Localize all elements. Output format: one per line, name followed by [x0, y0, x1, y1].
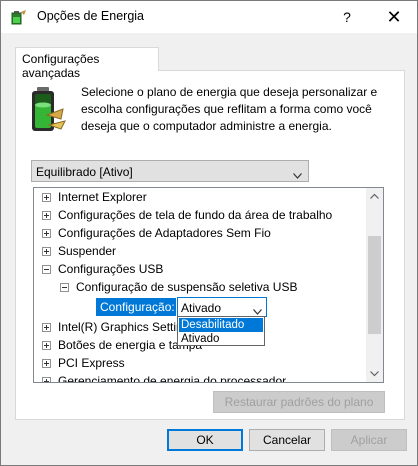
power-plan-select[interactable]: Equilibrado [Ativo]: [31, 160, 309, 182]
tree-item-internet-explorer[interactable]: Internet Explorer: [40, 188, 360, 206]
settings-tree[interactable]: Internet Explorer Configurações de tela …: [33, 187, 384, 383]
setting-label[interactable]: Configuração:: [96, 298, 176, 316]
power-plan-value: Equilibrado [Ativo]: [36, 165, 133, 179]
expand-icon[interactable]: [42, 193, 51, 202]
scroll-up-icon[interactable]: [366, 188, 383, 205]
scroll-thumb[interactable]: [368, 236, 381, 334]
tree-item-label: PCI Express: [58, 356, 125, 370]
tree-scrollbar[interactable]: [366, 188, 383, 382]
expand-icon[interactable]: [42, 341, 51, 350]
tree-item-sleep[interactable]: Suspender: [40, 242, 360, 260]
apply-button[interactable]: Aplicar: [331, 429, 407, 451]
tree-item-label: Configurações de Adaptadores Sem Fio: [58, 226, 271, 240]
scroll-down-icon[interactable]: [366, 365, 383, 382]
chevron-down-icon: [253, 304, 262, 315]
collapse-icon[interactable]: [60, 283, 69, 292]
close-button[interactable]: ✕: [371, 1, 417, 33]
tree-item-desktop-background[interactable]: Configurações de tela de fundo da área d…: [40, 206, 360, 224]
tree-item-label: Gerenciamento de energia do processador: [58, 374, 287, 383]
cancel-button[interactable]: Cancelar: [249, 429, 325, 451]
expand-icon[interactable]: [42, 359, 51, 368]
window-title: Opções de Energia: [37, 9, 145, 23]
dropdown-option-enabled[interactable]: Ativado: [179, 332, 263, 346]
tree-item-label: Intel(R) Graphics Settings: [58, 320, 180, 334]
restore-defaults-button[interactable]: Restaurar padrões do plano: [213, 391, 385, 413]
tree-item-label: Internet Explorer: [58, 190, 147, 204]
tree-item-processor-power[interactable]: Gerenciamento de energia do processador: [40, 372, 360, 383]
collapse-icon[interactable]: [42, 265, 51, 274]
tab-advanced-settings[interactable]: Configurações avançadas: [15, 47, 159, 80]
description-text: Selecione o plano de energia que deseja …: [81, 85, 378, 133]
tree-item-usb-settings[interactable]: Configurações USB: [40, 260, 360, 278]
tree-item-label: Suspender: [58, 244, 117, 258]
power-options-window: Opções de Energia ? ✕ Configurações avan…: [0, 0, 418, 466]
tree-item-label: Configuração de suspensão seletiva USB: [76, 280, 298, 294]
expand-icon[interactable]: [42, 323, 51, 332]
tree-item-label: Configurações de tela de fundo da área d…: [58, 208, 333, 222]
expand-icon[interactable]: [42, 211, 51, 220]
help-button[interactable]: ?: [327, 1, 367, 33]
tree-item-wireless-adapter[interactable]: Configurações de Adaptadores Sem Fio: [40, 224, 360, 242]
tree-item-usb-selective-suspend[interactable]: Configuração de suspensão seletiva USB: [58, 278, 358, 296]
setting-dropdown-list[interactable]: Desabilitado Ativado: [177, 316, 265, 346]
setting-value-select[interactable]: Ativado: [177, 297, 267, 317]
title-bar[interactable]: Opções de Energia ? ✕: [1, 1, 417, 33]
tree-item-pci-express[interactable]: PCI Express: [40, 354, 360, 372]
battery-icon: [27, 85, 67, 135]
tree-item-intel-graphics[interactable]: Intel(R) Graphics Settings: [40, 318, 180, 336]
expand-icon[interactable]: [42, 377, 51, 382]
dropdown-option-disabled[interactable]: Desabilitado: [179, 318, 263, 332]
chevron-down-icon: [293, 168, 302, 179]
expand-icon[interactable]: [42, 229, 51, 238]
setting-value: Ativado: [181, 301, 222, 315]
tree-item-label: Configurações USB: [58, 262, 164, 276]
ok-button[interactable]: OK: [167, 429, 243, 451]
power-options-app-icon: [11, 9, 27, 25]
expand-icon[interactable]: [42, 247, 51, 256]
